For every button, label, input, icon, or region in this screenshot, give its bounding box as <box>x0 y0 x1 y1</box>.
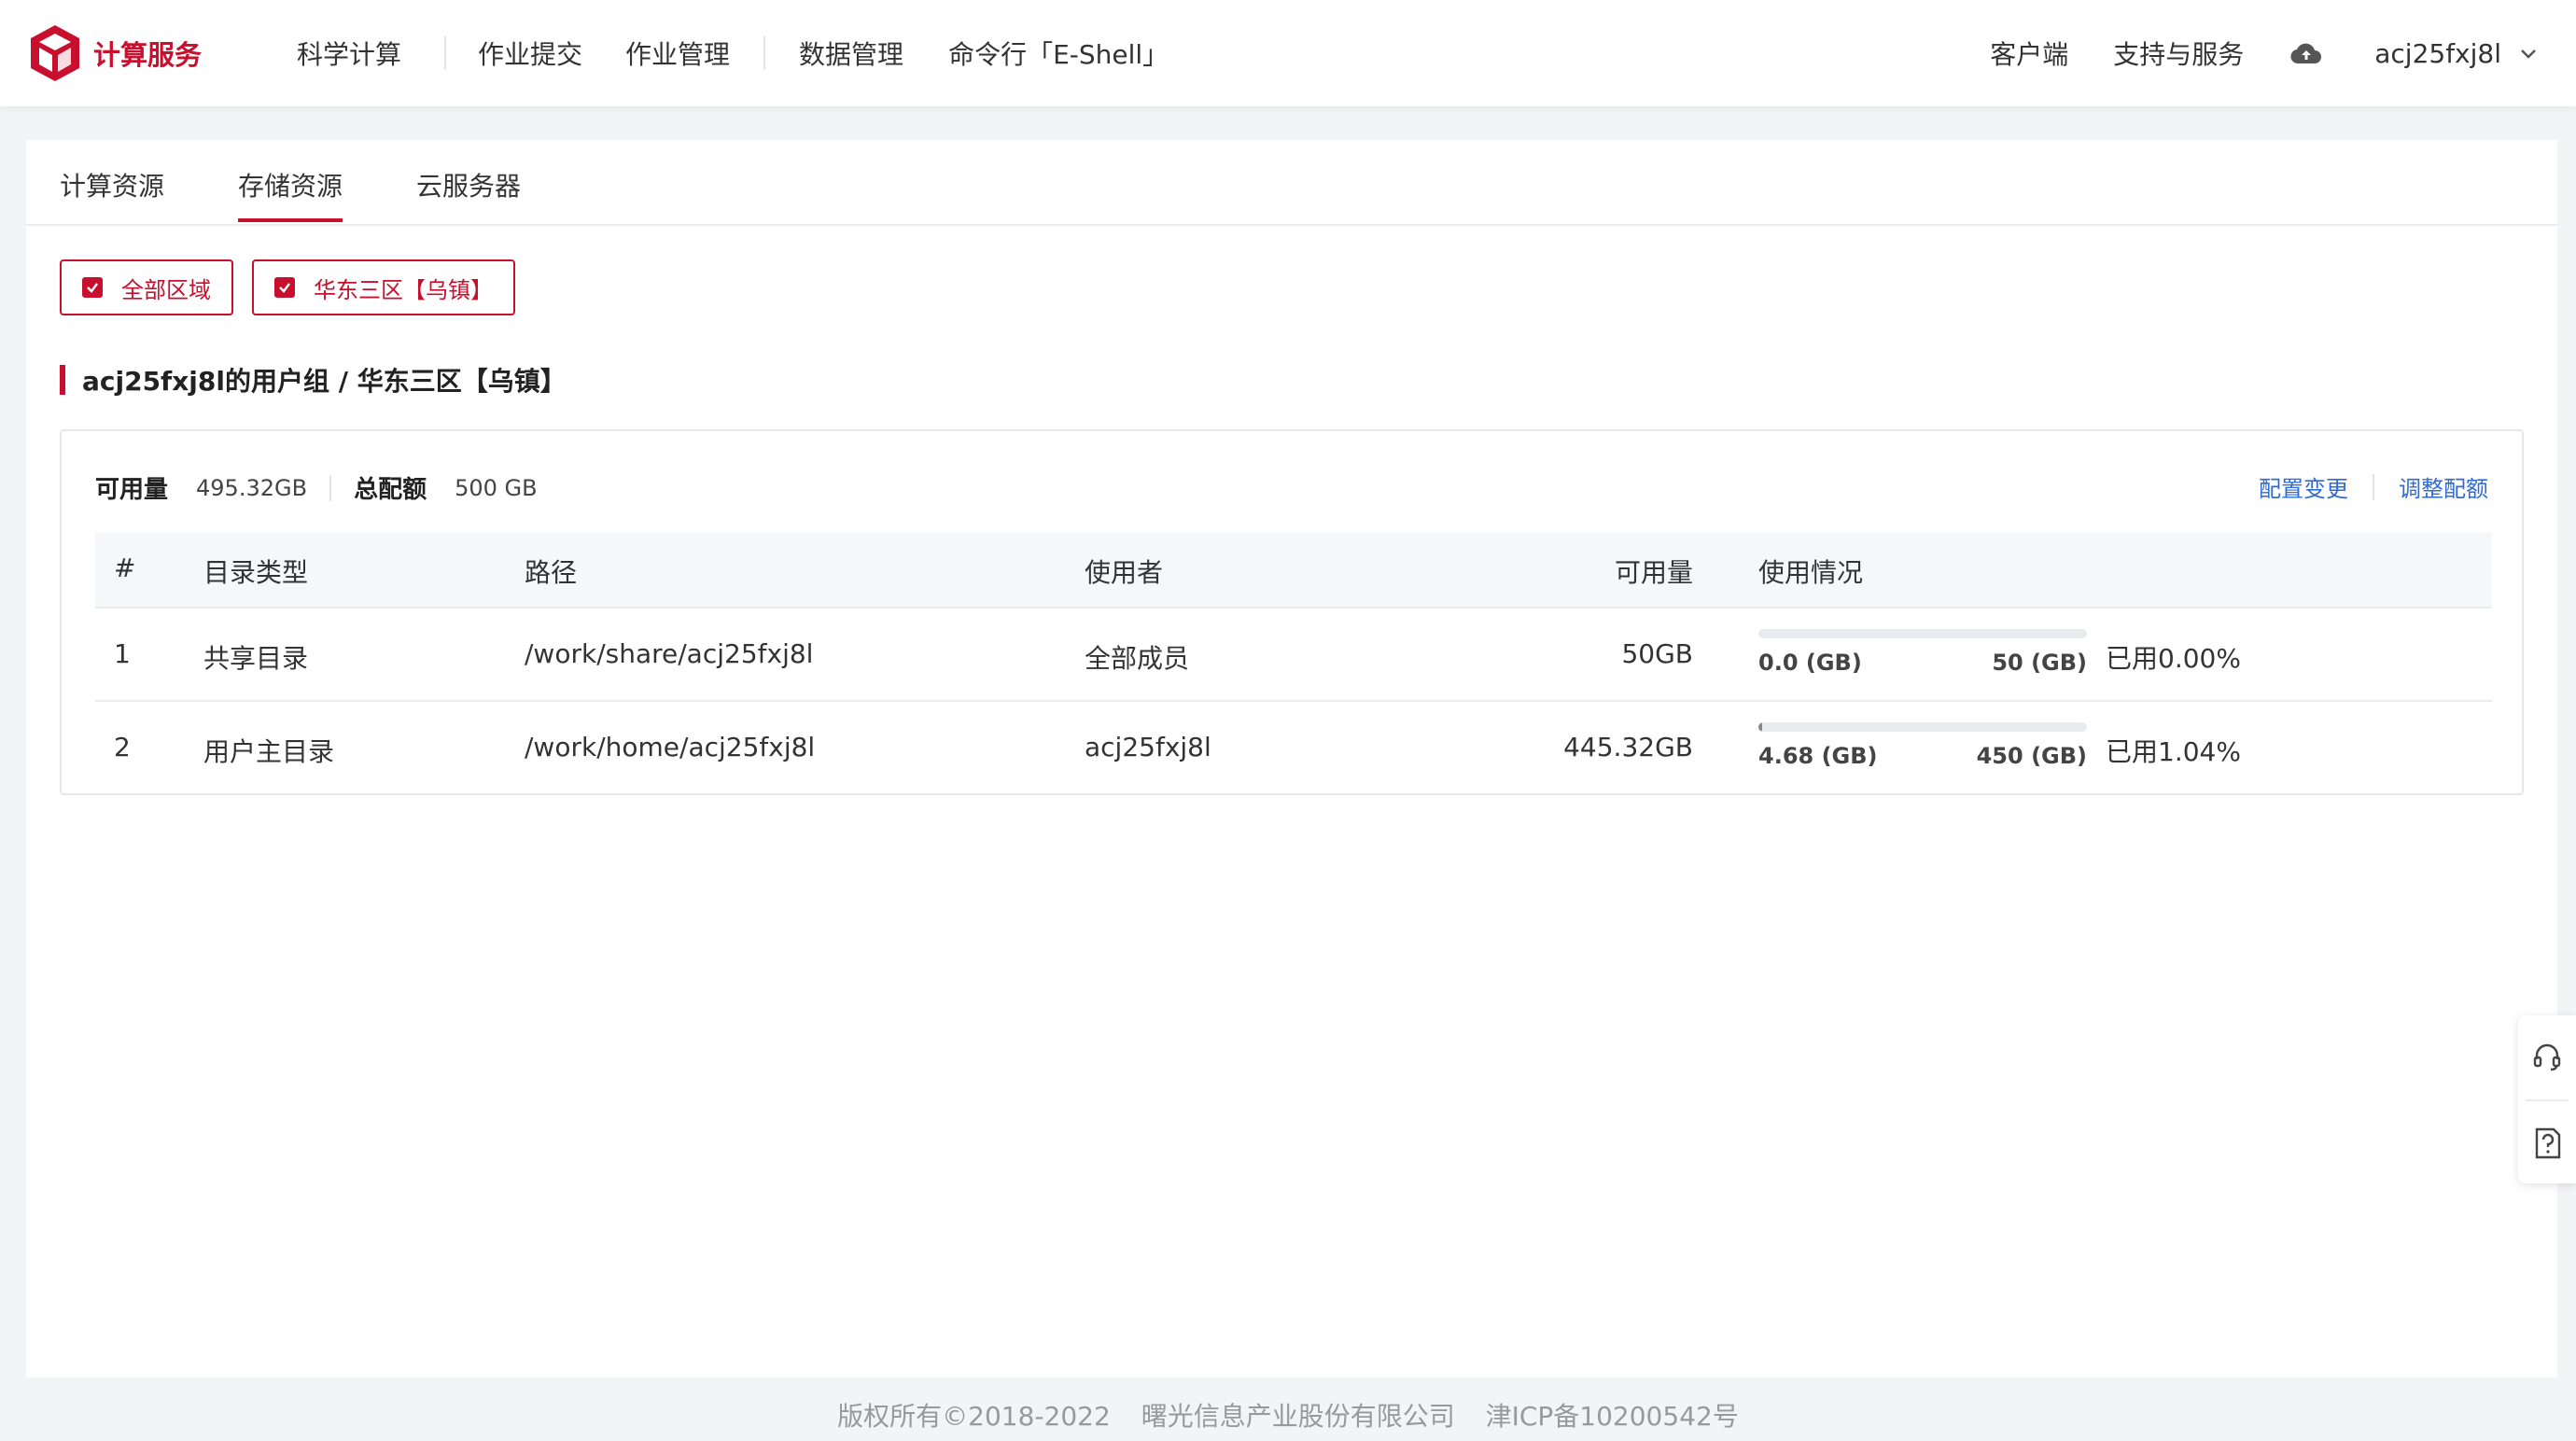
usage-percent: 已用0.00% <box>2106 643 2241 674</box>
usage-bar: 4.68 (GB) 450 (GB) <box>1758 722 2087 769</box>
row-available: 50GB <box>1621 638 1693 669</box>
row-user: acj25fxj8l <box>1085 732 1211 762</box>
top-header: 计算服务 科学计算 作业提交 作业管理 数据管理 命令行「E-Shell」 客户… <box>0 0 2576 106</box>
checkbox-checked-icon <box>274 277 295 298</box>
cloud-upload-icon[interactable] <box>2290 41 2322 65</box>
table-header: # 目录类型 路径 使用者 可用量 使用情况 <box>95 532 2492 607</box>
col-usage: 使用情况 <box>1758 557 1864 588</box>
nav-item-job-submit[interactable]: 作业提交 <box>478 35 582 72</box>
floating-side-widget <box>2518 1015 2576 1183</box>
footer-icp[interactable]: 津ICP备10200542号 <box>1486 1401 1739 1432</box>
nav-item-scientific-computing[interactable]: 科学计算 <box>297 35 401 72</box>
filter-all-regions[interactable]: 全部区域 <box>60 259 233 315</box>
tab-compute-resources[interactable]: 计算资源 <box>60 166 164 203</box>
row-dir-type: 共享目录 <box>203 643 309 674</box>
nav-item-eshell[interactable]: 命令行「E-Shell」 <box>948 35 1169 72</box>
usage-fill <box>1758 722 1762 732</box>
available-value: 495.32GB <box>196 474 308 501</box>
usage-track <box>1758 629 2087 638</box>
usage-total: 450 (GB) <box>1976 743 2087 769</box>
summary-divider <box>329 474 332 501</box>
row-dir-type: 用户主目录 <box>203 736 335 767</box>
panel-actions: 配置变更 调整配额 <box>2259 470 2488 503</box>
row-path: /work/share/acj25fxj8l <box>525 638 814 669</box>
username: acj25fxj8l <box>2374 37 2501 69</box>
table-row: 1 共享目录 /work/share/acj25fxj8l 全部成员 50GB … <box>95 607 2492 700</box>
chevron-down-icon <box>2521 49 2536 59</box>
nav-divider <box>763 36 766 70</box>
customer-service-button[interactable] <box>2518 1015 2576 1099</box>
col-index: # <box>114 553 136 583</box>
filter-label: 华东三区【乌镇】 <box>314 276 493 303</box>
footer-copyright: 版权所有©2018-2022 <box>837 1401 1111 1432</box>
help-doc-icon <box>2535 1127 2561 1159</box>
usage-bar: 0.0 (GB) 50 (GB) <box>1758 629 2087 676</box>
row-index: 2 <box>114 732 131 762</box>
col-path: 路径 <box>525 557 578 588</box>
col-user: 使用者 <box>1085 557 1164 588</box>
help-doc-button[interactable] <box>2518 1101 2576 1185</box>
brand-logo[interactable]: 计算服务 <box>28 22 243 84</box>
title-accent-bar <box>60 365 65 395</box>
footer-company: 曙光信息产业股份有限公司 <box>1141 1401 1455 1432</box>
page-footer: 版权所有©2018-2022 曙光信息产业股份有限公司 津ICP备1020054… <box>0 1396 2576 1434</box>
actions-divider <box>2373 473 2374 500</box>
table-row: 2 用户主目录 /work/home/acj25fxj8l acj25fxj8l… <box>95 700 2492 793</box>
total-quota-label: 总配额 <box>354 476 427 504</box>
filter-east-china-3[interactable]: 华东三区【乌镇】 <box>252 259 515 315</box>
checkbox-checked-icon <box>82 277 103 298</box>
main-content: 计算资源 存储资源 云服务器 全部区域 华东三区【乌镇】 acj25fxj8l的… <box>26 140 2557 1378</box>
nav-item-data-manage[interactable]: 数据管理 <box>799 35 903 72</box>
nav-divider <box>444 36 447 70</box>
main-nav: 科学计算 作业提交 作业管理 数据管理 命令行「E-Shell」 <box>297 35 1169 72</box>
headset-icon <box>2533 1043 2561 1071</box>
resource-tabs: 计算资源 存储资源 云服务器 <box>26 140 2557 226</box>
cube-logo-icon <box>31 25 79 81</box>
row-index: 1 <box>114 638 131 669</box>
usage-used: 4.68 (GB) <box>1758 743 1878 769</box>
usage-numbers: 4.68 (GB) 450 (GB) <box>1758 743 2087 769</box>
user-menu[interactable]: acj25fxj8l <box>2374 38 2539 69</box>
usage-numbers: 0.0 (GB) 50 (GB) <box>1758 650 2087 676</box>
group-title: acj25fxj8l的用户组 / 华东三区【乌镇】 <box>60 364 567 397</box>
region-filters: 全部区域 华东三区【乌镇】 <box>60 259 534 315</box>
row-available: 445.32GB <box>1563 732 1693 762</box>
storage-table: # 目录类型 路径 使用者 可用量 使用情况 1 共享目录 /work/shar… <box>95 532 2492 793</box>
available-label: 可用量 <box>95 476 169 504</box>
brand-name: 计算服务 <box>93 39 203 71</box>
support-link[interactable]: 支持与服务 <box>2113 35 2244 72</box>
client-link[interactable]: 客户端 <box>1990 35 2068 72</box>
storage-panel: 可用量 495.32GB 总配额 500 GB 配置变更 调整配额 # 目录类型… <box>60 429 2524 795</box>
group-title-text: acj25fxj8l的用户组 / 华东三区【乌镇】 <box>82 366 567 397</box>
col-dir-type: 目录类型 <box>203 557 309 588</box>
active-tab-indicator <box>238 218 343 222</box>
header-right: 客户端 支持与服务 acj25fxj8l <box>1990 0 2576 106</box>
tab-storage-resources[interactable]: 存储资源 <box>238 166 343 203</box>
row-user: 全部成员 <box>1085 643 1190 674</box>
usage-track <box>1758 722 2087 732</box>
usage-used: 0.0 (GB) <box>1758 650 1862 676</box>
total-quota-value: 500 GB <box>455 474 538 501</box>
col-available: 可用量 <box>1614 557 1693 588</box>
filter-label: 全部区域 <box>121 276 211 303</box>
usage-percent: 已用1.04% <box>2106 736 2241 767</box>
nav-item-job-manage[interactable]: 作业管理 <box>625 35 730 72</box>
usage-total: 50 (GB) <box>1992 650 2087 676</box>
tab-cloud-servers[interactable]: 云服务器 <box>416 166 521 203</box>
config-change-link[interactable]: 配置变更 <box>2259 470 2348 503</box>
adjust-quota-link[interactable]: 调整配额 <box>2399 470 2488 503</box>
row-path: /work/home/acj25fxj8l <box>525 732 816 762</box>
quota-summary: 可用量 495.32GB 总配额 500 GB <box>95 470 538 505</box>
